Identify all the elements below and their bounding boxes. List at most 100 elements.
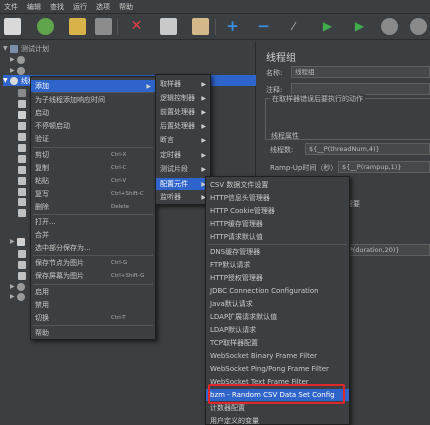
paste-icon[interactable] bbox=[192, 18, 209, 35]
menu-options[interactable]: 选项 bbox=[96, 2, 110, 12]
menu-item-test-fragment[interactable]: 测试片段 ▶ bbox=[156, 163, 210, 175]
menu-item-save-node-image[interactable]: 保存节点为图片 Ctrl-G bbox=[31, 257, 155, 269]
shutdown-icon[interactable] bbox=[410, 18, 427, 35]
test-plan-icon bbox=[10, 44, 18, 53]
tree-node-test-plan[interactable]: ▼ 测试计划 bbox=[3, 43, 49, 54]
menu-item-listener[interactable]: 监听器 ▶ bbox=[156, 191, 210, 203]
expand-icon[interactable]: + bbox=[224, 18, 241, 35]
menu-item-timer[interactable]: 定时器 ▶ bbox=[156, 149, 210, 161]
start-icon[interactable]: ▶ bbox=[319, 18, 336, 35]
menu-item-assertion[interactable]: 断言 ▶ bbox=[156, 134, 210, 146]
menu-item-pre-processor[interactable]: 前置处理器 ▶ bbox=[156, 106, 210, 118]
tree-node-child[interactable] bbox=[18, 131, 29, 142]
name-field[interactable]: 线程组 bbox=[291, 66, 430, 78]
menu-item-start-no-pause[interactable]: 不停顿启动 bbox=[31, 120, 155, 132]
open-icon[interactable] bbox=[69, 18, 86, 35]
menu-item-config-element[interactable]: 配置元件 ▶ bbox=[156, 178, 210, 190]
menu-item-delete[interactable]: 删除 Delete bbox=[31, 201, 155, 213]
menu-item-help[interactable]: 帮助 bbox=[31, 327, 155, 339]
tree-node-child[interactable] bbox=[18, 175, 29, 186]
menu-item-request-defaults[interactable]: HTTP请求默认值 bbox=[206, 231, 349, 243]
tree-node-child[interactable] bbox=[18, 164, 29, 175]
toggle-icon[interactable]: ⁄ bbox=[285, 18, 302, 35]
menu-item-paste[interactable]: 粘贴 Ctrl-V bbox=[31, 175, 155, 187]
copy-icon[interactable] bbox=[160, 18, 177, 35]
tree-node-child[interactable]: ▶ bbox=[10, 291, 28, 302]
menu-item-save-selection-as[interactable]: 选中部分保存为... bbox=[31, 242, 155, 254]
menu-item-validate[interactable]: 验证 bbox=[31, 133, 155, 145]
rampup-field[interactable]: ${__P(rampup,1)} bbox=[338, 161, 430, 173]
menu-item-cache-manager[interactable]: HTTP缓存管理器 bbox=[206, 218, 349, 230]
menu-item-user-defined-vars[interactable]: 用户定义的变量 bbox=[206, 415, 349, 425]
menu-run[interactable]: 运行 bbox=[73, 2, 87, 12]
menu-search[interactable]: 查找 bbox=[50, 2, 64, 12]
collapsed-triangle-icon[interactable]: ▶ bbox=[10, 293, 17, 300]
menu-item-save-screen-image[interactable]: 保存屏幕为图片 Ctrl+Shift-G bbox=[31, 270, 155, 282]
menu-item-csv-data-set[interactable]: CSV 数据文件设置 bbox=[206, 179, 349, 191]
menu-item-ws-pingpong-filter[interactable]: WebSocket Ping/Pong Frame Filter bbox=[206, 363, 349, 375]
menu-item-post-processor[interactable]: 后置处理器 ▶ bbox=[156, 120, 210, 132]
menu-item-ldap-ext-defaults[interactable]: LDAP扩展请求默认值 bbox=[206, 311, 349, 323]
element-icon bbox=[18, 132, 26, 141]
collapsed-triangle-icon[interactable]: ▶ bbox=[10, 56, 17, 63]
element-icon bbox=[18, 197, 26, 206]
menu-edit[interactable]: 编辑 bbox=[27, 2, 41, 12]
collapsed-triangle-icon[interactable]: ▶ bbox=[10, 67, 17, 74]
menu-help[interactable]: 帮助 bbox=[119, 2, 133, 12]
element-icon bbox=[18, 260, 26, 269]
tree-node-child[interactable] bbox=[18, 120, 29, 131]
templates-icon[interactable] bbox=[37, 18, 54, 35]
gear-icon bbox=[17, 282, 25, 291]
menu-item-logic-controller[interactable]: 逻辑控制器 ▶ bbox=[156, 92, 210, 104]
menu-item-dns-cache-manager[interactable]: DNS缓存管理器 bbox=[206, 246, 349, 258]
collapsed-triangle-icon[interactable]: ▶ bbox=[10, 238, 17, 245]
menu-item-ftp-defaults[interactable]: FTP默认请求 bbox=[206, 259, 349, 271]
start-no-pause-icon[interactable]: ▶ bbox=[351, 18, 368, 35]
new-file-icon[interactable] bbox=[4, 18, 21, 35]
menu-item-add[interactable]: 添加 ▶ bbox=[31, 80, 155, 92]
tree-node-child[interactable] bbox=[18, 153, 29, 164]
menu-item-toggle[interactable]: 切换 Ctrl-T bbox=[31, 312, 155, 324]
tree-node-child[interactable] bbox=[18, 270, 29, 281]
tree-node-child[interactable] bbox=[18, 248, 29, 259]
menu-item-auth-manager[interactable]: HTTP授权管理器 bbox=[206, 272, 349, 284]
threads-field[interactable]: ${__P(threadNum,4)} bbox=[305, 143, 430, 155]
menu-item-merge[interactable]: 合并 bbox=[31, 229, 155, 241]
element-icon bbox=[18, 110, 26, 119]
menu-file[interactable]: 文件 bbox=[4, 2, 18, 12]
menu-item-duplicate[interactable]: 复写 Ctrl+Shift-C bbox=[31, 188, 155, 200]
thread-props-title: 线程属性 bbox=[271, 132, 299, 140]
menu-item-open[interactable]: 打开... bbox=[31, 216, 155, 228]
tree-node-child[interactable] bbox=[18, 109, 29, 120]
menu-item-jdbc-config[interactable]: JDBC Connection Configuration bbox=[206, 285, 349, 297]
tree-node-child[interactable] bbox=[18, 207, 29, 218]
tree-node-child[interactable] bbox=[18, 98, 29, 109]
tree-node-child[interactable] bbox=[18, 196, 29, 207]
save-icon[interactable] bbox=[95, 18, 112, 35]
tree-node-child[interactable]: ▶ bbox=[10, 236, 28, 247]
tree-node-child[interactable] bbox=[18, 142, 29, 153]
menu-item-cut[interactable]: 剪切 Ctrl-X bbox=[31, 149, 155, 161]
submenu-arrow-icon: ▶ bbox=[201, 136, 206, 144]
menu-item-start[interactable]: 启动 bbox=[31, 107, 155, 119]
menu-item-ws-binary-filter[interactable]: WebSocket Binary Frame Filter bbox=[206, 350, 349, 362]
expand-triangle-icon[interactable]: ▼ bbox=[3, 77, 10, 84]
menu-item-cookie-manager[interactable]: HTTP Cookie管理器 bbox=[206, 205, 349, 217]
collapsed-triangle-icon[interactable]: ▶ bbox=[10, 283, 17, 290]
menu-item-sampler[interactable]: 取样器 ▶ bbox=[156, 78, 210, 90]
tree-node-child[interactable] bbox=[18, 259, 29, 270]
menu-item-copy[interactable]: 复制 Ctrl-C bbox=[31, 162, 155, 174]
menu-item-java-defaults[interactable]: Java默认请求 bbox=[206, 298, 349, 310]
menu-item-tcp-config[interactable]: TCP取样器配置 bbox=[206, 337, 349, 349]
expand-triangle-icon[interactable]: ▼ bbox=[3, 45, 10, 52]
cut-icon[interactable]: ✕ bbox=[128, 18, 145, 35]
menu-item-header-manager[interactable]: HTTP信息头管理器 bbox=[206, 192, 349, 204]
collapse-icon[interactable]: − bbox=[255, 18, 272, 35]
menu-item-enable[interactable]: 启用 bbox=[31, 286, 155, 298]
menu-item-disable[interactable]: 禁用 bbox=[31, 299, 155, 311]
stop-icon[interactable] bbox=[381, 18, 398, 35]
menu-item-ldap-defaults[interactable]: LDAP默认请求 bbox=[206, 324, 349, 336]
menu-item-add-response-time[interactable]: 为子线程添加响应时间 bbox=[31, 94, 155, 106]
tree-node-child[interactable]: ▶ bbox=[10, 54, 28, 65]
tree-node-child[interactable] bbox=[18, 87, 29, 98]
